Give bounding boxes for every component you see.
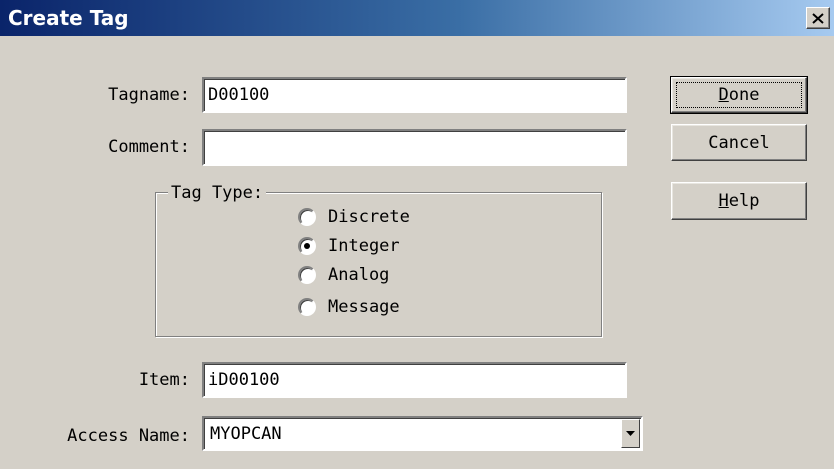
- radio-label-discrete: Discrete: [328, 207, 410, 227]
- comment-label: Comment:: [108, 137, 190, 157]
- focus-rect: [676, 82, 802, 108]
- access-name-label: Access Name:: [67, 426, 190, 446]
- tag-type-label: Tag Type:: [168, 182, 267, 204]
- window-title: Create Tag: [8, 6, 129, 30]
- done-button[interactable]: Done: [670, 76, 808, 114]
- item-label: Item:: [138, 370, 190, 390]
- close-button[interactable]: [806, 7, 830, 29]
- radio-button-analog[interactable]: [298, 266, 316, 284]
- cancel-button[interactable]: Cancel: [671, 124, 807, 161]
- radio-integer[interactable]: Integer: [298, 233, 400, 259]
- access-name-value: MYOPCAN: [210, 424, 282, 444]
- close-icon: [812, 12, 824, 24]
- comment-input[interactable]: [202, 129, 627, 166]
- tagname-label: Tagname:: [108, 85, 190, 105]
- radio-button-message[interactable]: [298, 298, 316, 316]
- radio-discrete[interactable]: Discrete: [298, 204, 410, 230]
- cancel-button-label: Cancel: [708, 132, 770, 153]
- radio-button-discrete[interactable]: [298, 208, 316, 226]
- title-bar: Create Tag: [0, 0, 834, 36]
- access-name-dropdown[interactable]: MYOPCAN: [202, 416, 643, 451]
- radio-label-integer: Integer: [328, 236, 400, 256]
- radio-analog[interactable]: Analog: [298, 262, 389, 288]
- help-button-label: Help: [718, 191, 760, 211]
- radio-label-message: Message: [328, 297, 400, 317]
- radio-label-analog: Analog: [328, 265, 390, 285]
- item-input[interactable]: [202, 362, 627, 398]
- chevron-down-icon: [626, 431, 635, 436]
- radio-message[interactable]: Message: [298, 294, 400, 320]
- radio-button-integer[interactable]: [298, 237, 316, 255]
- tagname-input[interactable]: [202, 77, 627, 113]
- help-button[interactable]: Help: [671, 182, 807, 220]
- dropdown-arrow-button[interactable]: [621, 419, 640, 448]
